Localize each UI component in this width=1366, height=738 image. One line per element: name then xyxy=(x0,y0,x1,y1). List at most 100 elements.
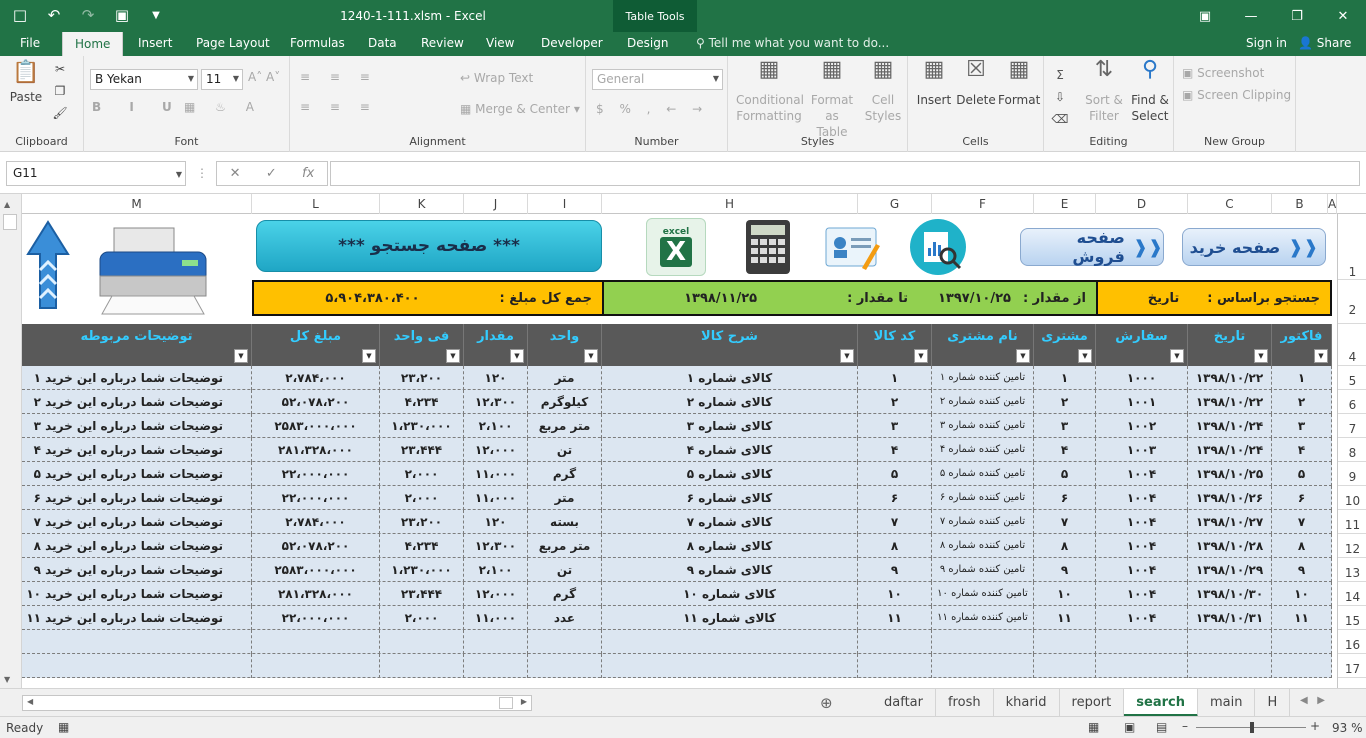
sheet-tab-report[interactable]: report xyxy=(1060,689,1125,717)
table-cell[interactable]: کالای شماره ۸ xyxy=(602,534,858,558)
page-break-view-icon[interactable]: ▤ xyxy=(1156,720,1167,734)
table-cell[interactable]: تامین کننده شماره ۴ xyxy=(932,438,1034,462)
delete-cells-button[interactable]: ☒ Delete xyxy=(956,59,996,108)
column-header[interactable]: J xyxy=(464,194,528,214)
filter-dropdown-icon[interactable]: ▼ xyxy=(1314,349,1328,363)
scroll-thumb[interactable] xyxy=(3,214,17,230)
sheet-tab-frosh[interactable]: frosh xyxy=(936,689,994,717)
table-cell[interactable]: ۱۳۹۸/۱۰/۲۲ xyxy=(1188,390,1272,414)
filter-dropdown-icon[interactable]: ▼ xyxy=(1078,349,1092,363)
sort-filter-button[interactable]: ⇅ Sort & Filter xyxy=(1082,59,1126,124)
table-cell[interactable]: ۷ xyxy=(1034,510,1096,534)
conditional-formatting-button[interactable]: ▦ Conditional Formatting xyxy=(736,59,804,124)
table-cell[interactable]: تامین کننده شماره ۶ xyxy=(932,486,1034,510)
tab-scroll-icons[interactable]: ◀ ▶ xyxy=(1300,695,1325,706)
number-format-icons[interactable]: $ % , ← → xyxy=(596,102,708,116)
table-cell[interactable]: ۱۱،۰۰۰ xyxy=(464,606,528,630)
table-row[interactable]: ۸ ۱۳۹۸/۱۰/۲۸ ۱۰۰۴ ۸ تامین کننده شماره ۸ ۸ کالا… xyxy=(22,534,1332,558)
filter-dropdown-icon[interactable]: ▼ xyxy=(1254,349,1268,363)
table-cell[interactable]: ۱۲،۳۰۰ xyxy=(464,390,528,414)
row-header[interactable]: 6 xyxy=(1338,390,1366,414)
table-cell[interactable]: ۱۰۰۰ xyxy=(1096,366,1188,390)
column-header[interactable]: C xyxy=(1188,194,1272,214)
font-size-box[interactable]: 11 ▼ xyxy=(201,69,243,90)
purchase-page-button[interactable]: ❰❰ صفحه خرید xyxy=(1182,228,1326,266)
row-header[interactable]: 10 xyxy=(1338,486,1366,510)
table-cell[interactable]: تامین کننده شماره ۹ xyxy=(932,558,1034,582)
table-cell[interactable]: ۲۸۱،۳۲۸،۰۰۰ xyxy=(252,438,380,462)
table-cell[interactable]: تامین کننده شماره ۱ xyxy=(932,366,1034,390)
table-cell[interactable]: ۲۵۸۳،۰۰۰،۰۰۰ xyxy=(252,414,380,438)
table-cell[interactable]: ۱۱ xyxy=(858,606,932,630)
contacts-card-icon[interactable] xyxy=(822,218,882,276)
filter-dropdown-icon[interactable]: ▼ xyxy=(1170,349,1184,363)
table-cell[interactable]: تامین کننده شماره ۳ xyxy=(932,414,1034,438)
screenshot-button[interactable]: ▣ Screenshot xyxy=(1182,66,1264,80)
search-by-cell[interactable]: جستجو براساس : تاریخ xyxy=(1096,280,1332,316)
merge-center-button[interactable]: ▦ Merge & Center ▾ xyxy=(460,102,580,116)
tab-developer[interactable]: Developer xyxy=(541,36,603,50)
row-header[interactable]: 15 xyxy=(1338,606,1366,630)
table-cell[interactable]: توضیحات شما درباره این خرید ۱۱ xyxy=(22,606,252,630)
table-cell[interactable] xyxy=(1188,654,1272,678)
screen-clipping-button[interactable]: ▣ Screen Clipping xyxy=(1182,88,1291,102)
table-cell[interactable] xyxy=(380,630,464,654)
insert-cells-button[interactable]: ▦ Insert xyxy=(914,59,954,108)
zoom-out-icon[interactable]: – xyxy=(1182,719,1188,733)
table-cell[interactable]: ۸ xyxy=(858,534,932,558)
table-cell[interactable]: ۲۲،۰۰۰،۰۰۰ xyxy=(252,486,380,510)
table-cell[interactable] xyxy=(1188,630,1272,654)
table-cell[interactable]: ۹ xyxy=(858,558,932,582)
table-row[interactable]: ۴ ۱۳۹۸/۱۰/۲۴ ۱۰۰۳ ۴ تامین کننده شماره ۴ ۴ کالا… xyxy=(22,438,1332,462)
wrap-text-button[interactable]: ↩ Wrap Text xyxy=(460,71,533,85)
table-cell[interactable]: ۲،۷۸۴،۰۰۰ xyxy=(252,510,380,534)
table-cell[interactable]: ۱ xyxy=(858,366,932,390)
table-cell[interactable]: توضیحات شما درباره این خرید ۱۰ xyxy=(22,582,252,606)
minimize-icon[interactable]: — xyxy=(1228,0,1274,32)
table-cell[interactable] xyxy=(252,654,380,678)
customize-qat-icon[interactable]: ▼ xyxy=(146,10,166,21)
sheet-tab-main[interactable]: main xyxy=(1198,689,1256,717)
column-header[interactable]: F xyxy=(932,194,1034,214)
table-cell[interactable]: ۱۰۰۴ xyxy=(1096,582,1188,606)
table-cell[interactable]: ۹ xyxy=(1034,558,1096,582)
macro-record-icon[interactable]: ▦ xyxy=(58,720,69,734)
column-header[interactable]: L xyxy=(252,194,380,214)
row-header[interactable]: 13 xyxy=(1338,558,1366,582)
column-header[interactable]: B xyxy=(1272,194,1328,214)
table-cell[interactable]: ۳ xyxy=(858,414,932,438)
column-header[interactable]: A xyxy=(1328,194,1337,214)
filter-dropdown-icon[interactable]: ▼ xyxy=(1016,349,1030,363)
table-cell[interactable]: ۴ xyxy=(1272,438,1332,462)
scroll-right-icon[interactable]: ▶ xyxy=(521,697,527,706)
table-cell[interactable]: متر xyxy=(528,486,602,510)
tab-formulas[interactable]: Formulas xyxy=(290,36,345,50)
row-header[interactable]: 17 xyxy=(1338,654,1366,678)
table-cell[interactable]: ۱۱ xyxy=(1272,606,1332,630)
table-cell[interactable]: ۱۳۹۸/۱۰/۳۱ xyxy=(1188,606,1272,630)
table-cell[interactable]: تامین کننده شماره ۱۱ xyxy=(932,606,1034,630)
table-cell[interactable]: متر xyxy=(528,366,602,390)
tab-file[interactable]: File xyxy=(20,36,40,50)
table-cell[interactable]: عدد xyxy=(528,606,602,630)
table-cell[interactable]: ۲۳،۲۰۰ xyxy=(380,366,464,390)
table-cell[interactable]: ۱،۲۳۰،۰۰۰ xyxy=(380,414,464,438)
table-cell[interactable] xyxy=(22,654,252,678)
table-cell[interactable]: ۱۲۰ xyxy=(464,366,528,390)
table-cell[interactable]: کالای شماره ۱ xyxy=(602,366,858,390)
column-header[interactable]: I xyxy=(528,194,602,214)
redo-icon[interactable]: ↷ xyxy=(78,6,98,24)
table-cell[interactable]: ۴ xyxy=(1034,438,1096,462)
table-cell[interactable]: توضیحات شما درباره این خرید ۷ xyxy=(22,510,252,534)
table-cell[interactable] xyxy=(528,630,602,654)
table-cell[interactable]: ۱۳۹۸/۱۰/۲۴ xyxy=(1188,414,1272,438)
filter-dropdown-icon[interactable]: ▼ xyxy=(840,349,854,363)
scroll-left-icon[interactable]: ◀ xyxy=(27,697,33,706)
table-cell[interactable]: ۱۲۰ xyxy=(464,510,528,534)
row-header[interactable]: 8 xyxy=(1338,438,1366,462)
table-cell[interactable]: توضیحات شما درباره این خرید ۶ xyxy=(22,486,252,510)
filter-dropdown-icon[interactable]: ▼ xyxy=(362,349,376,363)
table-cell[interactable]: ۱۳۹۸/۱۰/۲۸ xyxy=(1188,534,1272,558)
table-cell[interactable] xyxy=(602,630,858,654)
table-cell[interactable] xyxy=(932,630,1034,654)
